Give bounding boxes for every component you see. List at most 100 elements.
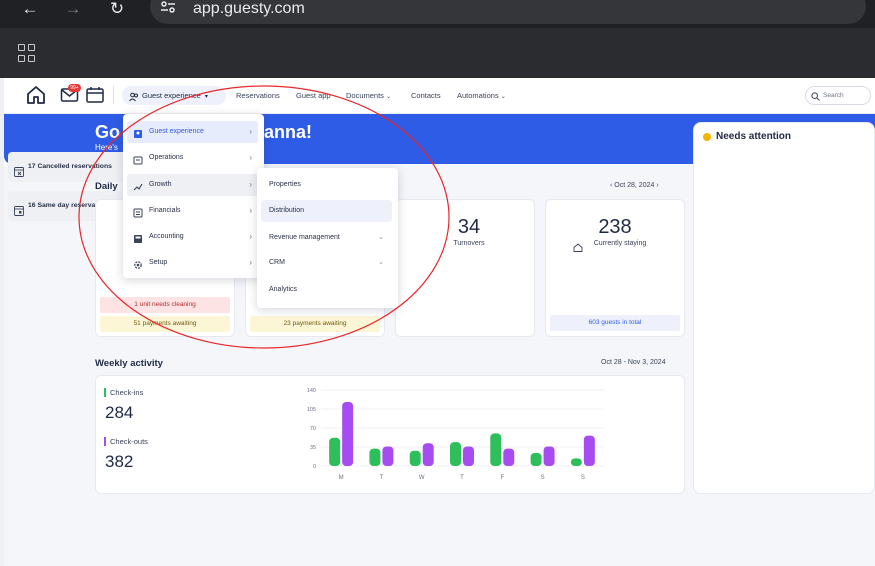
nav-documents-label: Documents — [346, 91, 384, 100]
submenu-crm[interactable]: CRM ⌄ — [261, 252, 392, 274]
currently-staying-label: Currently staying — [593, 240, 647, 247]
search-input[interactable]: Search — [805, 86, 871, 105]
checkouts-bar[interactable] — [342, 401, 354, 466]
search-placeholder: Search — [823, 92, 844, 99]
site-info-icon[interactable] — [160, 0, 178, 16]
chevron-right-icon: › — [249, 206, 252, 215]
search-icon — [811, 91, 820, 101]
forward-button[interactable]: → — [63, 0, 83, 20]
menu-item-label: Setup — [149, 259, 168, 266]
submenu-label: Analytics — [269, 286, 298, 293]
calendar-icon[interactable] — [86, 86, 104, 103]
y-tick-label: 0 — [313, 464, 316, 470]
checkouts-bar[interactable] — [543, 446, 555, 466]
chevron-right-icon: › — [249, 180, 252, 189]
checkins-bar[interactable] — [409, 450, 421, 466]
accounting-icon — [133, 232, 143, 243]
calendar-x-icon — [14, 161, 24, 177]
needs-attention-panel: Needs attention — [693, 122, 875, 494]
x-tick-label: S — [581, 475, 585, 481]
x-tick-label: T — [460, 475, 464, 481]
submenu-distribution[interactable]: Distribution — [261, 200, 392, 222]
nav-contacts[interactable]: Contacts — [411, 91, 441, 100]
url-text[interactable]: app.guesty.com — [193, 0, 305, 18]
chevron-right-icon: › — [249, 127, 252, 136]
y-tick-label: 140 — [307, 388, 316, 394]
checkouts-bar[interactable] — [503, 448, 515, 466]
weekly-bar-chart: 0 35 70 105 140 M T W T F S S — [307, 388, 603, 481]
alert-dot-icon — [703, 133, 711, 141]
checkins-bar[interactable] — [530, 452, 542, 466]
payments-chip[interactable]: 51 payments awaiting — [100, 316, 230, 332]
nav-automations-label: Automations — [457, 91, 499, 100]
nav-documents[interactable]: Documents ⌄ — [346, 91, 391, 100]
submenu-properties[interactable]: Properties — [261, 174, 392, 196]
checkouts-value: 382 — [105, 452, 134, 471]
checkouts-bar[interactable] — [463, 446, 474, 466]
inbox-badge: 99+ — [68, 84, 81, 92]
reload-button[interactable]: ↻ — [107, 0, 127, 20]
guest-experience-icon — [133, 127, 143, 138]
checkouts-bar[interactable] — [583, 435, 595, 466]
next-day-button[interactable]: › — [656, 182, 658, 189]
operations-icon — [133, 153, 143, 165]
chevron-right-icon: › — [249, 153, 252, 162]
x-tick-label: F — [500, 475, 504, 481]
needs-item-label: 17 Cancelled reservations — [28, 163, 112, 170]
checkins-bar[interactable] — [329, 437, 341, 466]
house-icon — [573, 239, 583, 257]
guests-total-chip[interactable]: 603 guests in total — [550, 315, 680, 331]
menu-item-guest-experience[interactable]: Guest experience › — [127, 121, 258, 143]
weekly-activity-title: Weekly activity — [95, 358, 163, 369]
checkins-value: 284 — [105, 403, 134, 422]
menu-item-label: Growth — [149, 181, 172, 188]
financials-icon — [133, 206, 143, 218]
checkins-bar[interactable] — [450, 442, 461, 466]
checkins-legend-marker — [104, 388, 106, 397]
x-tick-label: T — [380, 475, 384, 481]
nav-reservations[interactable]: Reservations — [236, 91, 280, 100]
menu-item-operations[interactable]: Operations › — [127, 147, 258, 169]
home-icon[interactable] — [26, 85, 46, 105]
checkouts-bar[interactable] — [422, 443, 434, 466]
menu-item-growth[interactable]: Growth › — [127, 174, 258, 196]
submenu-label: Properties — [269, 181, 301, 188]
checkins-bar[interactable] — [570, 458, 582, 466]
guest-experience-dropdown[interactable]: Guest experience ▾ — [122, 86, 226, 105]
chevron-right-icon: › — [249, 232, 252, 241]
menu-item-financials[interactable]: Financials › — [127, 200, 258, 222]
chevron-down-icon: ⌄ — [378, 234, 384, 241]
daily-date-nav: ‹ Oct 28, 2024 › — [610, 182, 659, 189]
growth-icon — [133, 180, 143, 191]
y-tick-label: 35 — [310, 445, 316, 451]
guests-icon — [129, 90, 139, 102]
checkouts-legend-marker — [104, 437, 106, 446]
chevron-down-icon: ▾ — [204, 94, 208, 100]
prev-day-button[interactable]: ‹ — [610, 182, 612, 189]
menu-item-setup[interactable]: Setup › — [127, 252, 258, 274]
submenu-analytics[interactable]: Analytics — [261, 279, 392, 301]
menu-item-label: Operations — [149, 154, 184, 161]
checkouts-label: Check-outs — [110, 437, 148, 446]
nav-guest-app[interactable]: Guest app — [296, 91, 331, 100]
nav-automations[interactable]: Automations ⌄ — [457, 91, 506, 100]
checkins-bar[interactable] — [490, 433, 502, 466]
cleaning-chip[interactable]: 1 unit needs cleaning — [100, 297, 230, 313]
daily-title: Daily — [95, 181, 118, 192]
checkouts-bar[interactable] — [382, 446, 394, 466]
nav-divider — [113, 86, 114, 104]
back-button[interactable]: ← — [20, 0, 40, 20]
apps-grid-icon[interactable] — [18, 44, 36, 62]
menu-item-accounting[interactable]: Accounting › — [127, 226, 258, 248]
y-tick-label: 105 — [307, 407, 316, 413]
menu-item-label: Financials — [149, 207, 181, 214]
submenu-revenue-management[interactable]: Revenue management ⌄ — [261, 227, 392, 249]
bookmarks-bar — [0, 28, 875, 78]
submenu-label: CRM — [269, 259, 285, 266]
weekly-range: Oct 28 - Nov 3, 2024 — [601, 359, 666, 366]
checkins-bar[interactable] — [369, 448, 381, 466]
payments-chip[interactable]: 23 payments awaiting — [250, 316, 380, 332]
submenu-label: Distribution — [269, 207, 305, 214]
menu-item-label: Guest experience — [149, 128, 204, 135]
x-tick-label: W — [419, 475, 425, 481]
